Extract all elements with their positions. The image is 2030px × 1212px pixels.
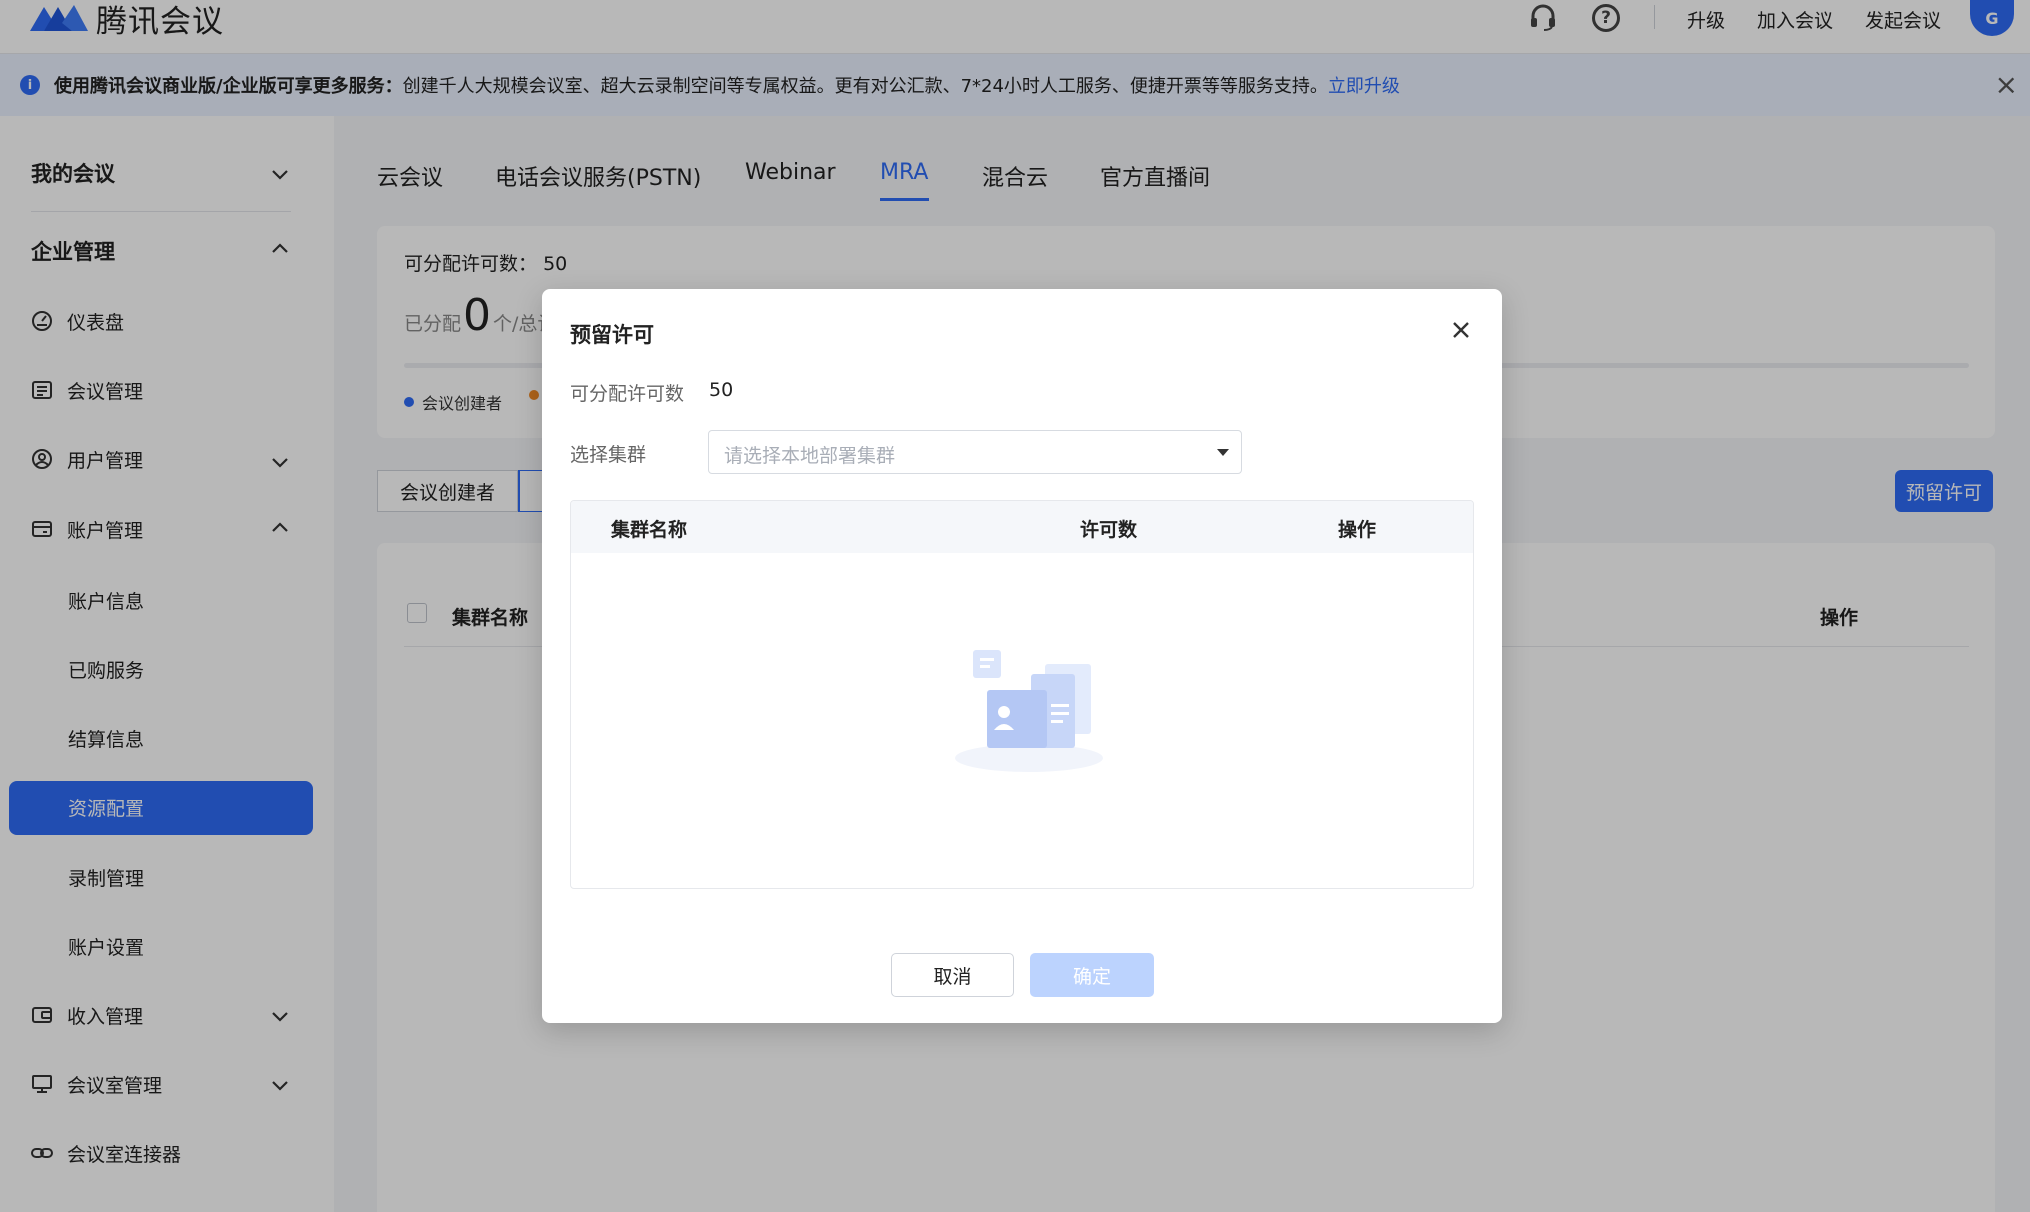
- column-license-count: 许可数: [1080, 519, 1138, 541]
- available-license-label: 可分配许可数: [570, 383, 685, 405]
- cancel-button[interactable]: 取消: [891, 953, 1014, 997]
- reserved-cluster-table: 集群名称 许可数 操作: [570, 500, 1474, 889]
- dialog-title: 预留许可: [570, 323, 654, 347]
- column-cluster-name: 集群名称: [611, 519, 688, 541]
- cluster-select[interactable]: 请选择本地部署集群: [708, 430, 1242, 474]
- cluster-select-label: 选择集群: [570, 444, 647, 466]
- cluster-select-placeholder: 请选择本地部署集群: [724, 445, 896, 467]
- column-actions: 操作: [1338, 519, 1377, 541]
- caret-down-icon: [1217, 449, 1229, 456]
- reserve-license-dialog: 预留许可 可分配许可数 50 选择集群 请选择本地部署集群 集群名称 许可数 操…: [542, 289, 1502, 1023]
- available-license-value: 50: [709, 379, 734, 401]
- close-icon[interactable]: [1448, 317, 1474, 343]
- empty-state-illustration-icon: [955, 650, 1103, 772]
- confirm-button[interactable]: 确定: [1030, 953, 1154, 997]
- table-header: 集群名称 许可数 操作: [571, 501, 1473, 553]
